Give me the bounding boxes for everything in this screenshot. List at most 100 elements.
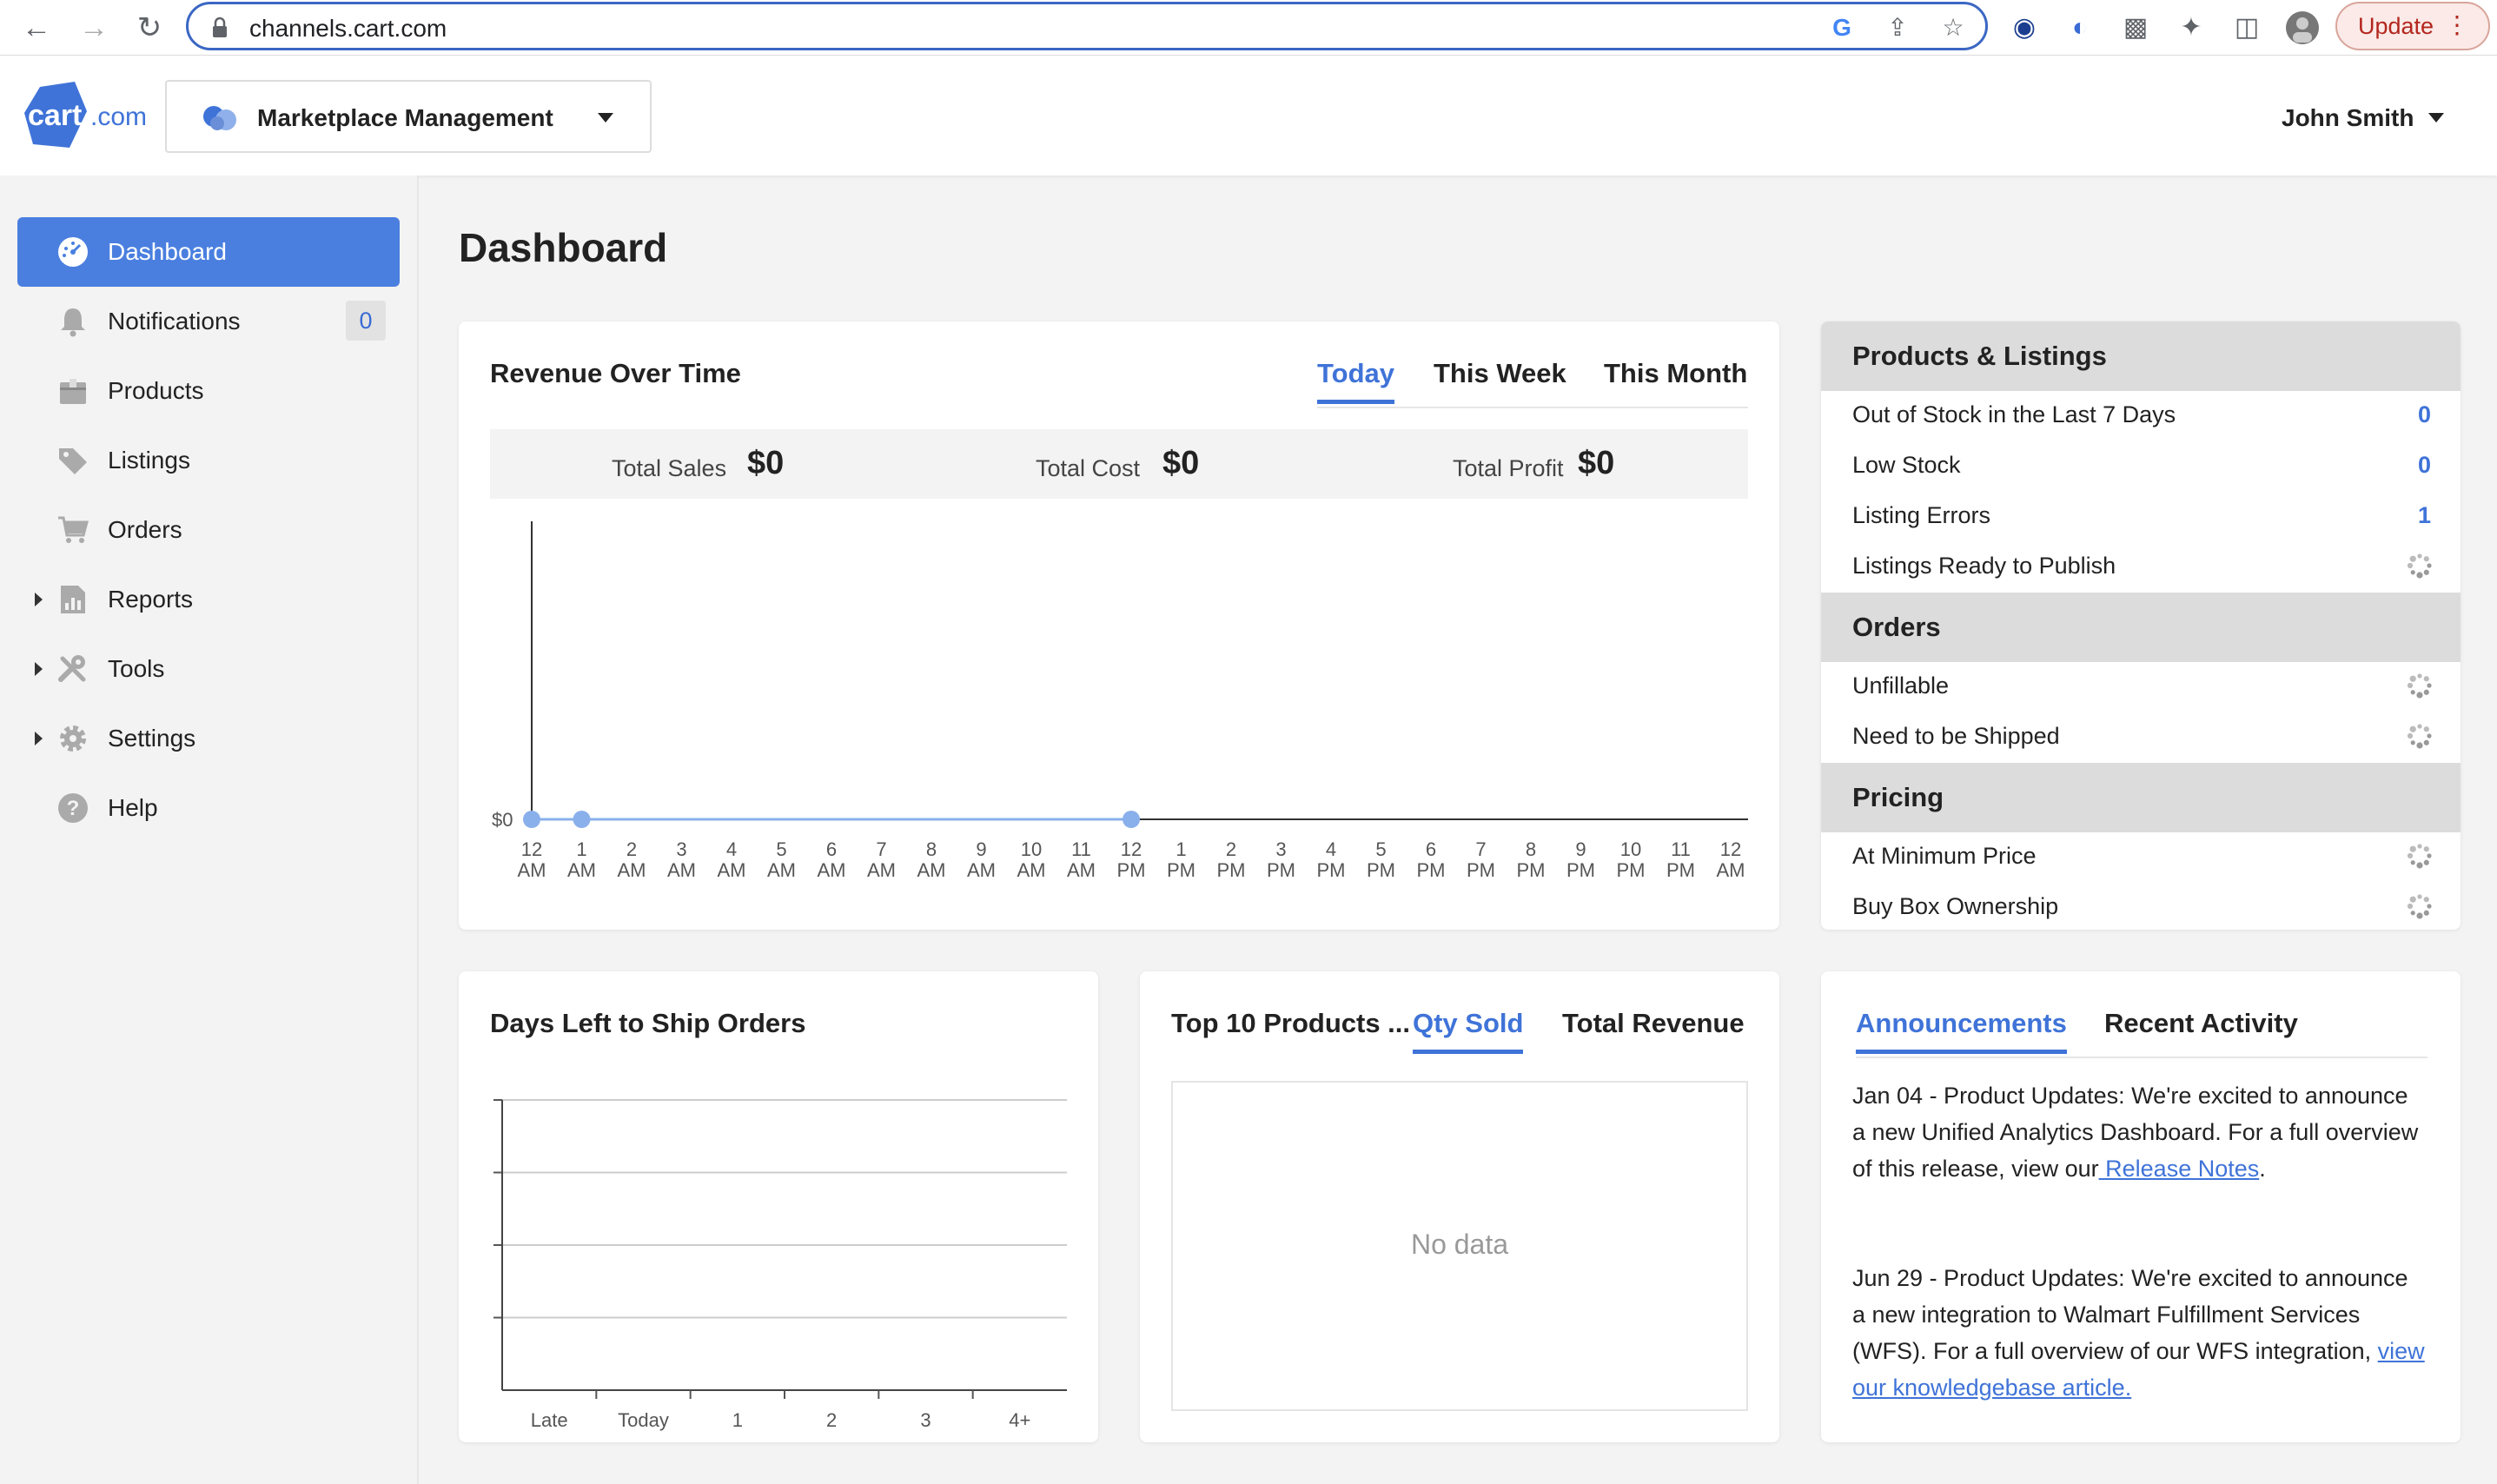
row-need-shipped[interactable]: Need to be Shipped (1852, 712, 2432, 761)
tab-announcements[interactable]: Announcements (1856, 1008, 2067, 1054)
x-tick-label: 6 PM (1417, 838, 1446, 881)
expand-arrow-icon[interactable] (35, 662, 43, 676)
x-tick-label: 4 PM (1317, 838, 1346, 881)
row-label: Need to be Shipped (1852, 723, 2060, 749)
revenue-chart: $012 AM1 AM2 AM3 AM4 AM5 AM6 AM7 AM8 AM9 AM10 AM11 A… (492, 521, 1748, 881)
announcement-text: Jun 29 - Product Updates: We're excited … (1852, 1265, 2408, 1364)
row-label: Low Stock (1852, 452, 1961, 478)
row-out-of-stock[interactable]: Out of Stock in the Last 7 Days 0 (1852, 391, 2431, 440)
cart-logo[interactable]: cart .com (24, 82, 155, 151)
tab-underline (1856, 1057, 2427, 1058)
extension-c-icon[interactable]: ◐ (2063, 10, 2097, 45)
user-menu-chevron-icon[interactable] (2428, 113, 2444, 123)
password-manager-icon[interactable]: ◉ (2007, 10, 2042, 45)
days-left-card: Days Left to Ship Orders Late Today 1 2 3 4+ (459, 971, 1098, 1442)
row-label: Listings Ready to Publish (1852, 553, 2116, 579)
address-bar[interactable]: channels.cart.com G ⇪ ☆ (186, 2, 1988, 50)
row-unfillable[interactable]: Unfillable (1852, 662, 2432, 711)
row-value[interactable]: 0 (2418, 452, 2431, 479)
sidebar-item-tools[interactable]: Tools (17, 634, 400, 704)
row-label: At Minimum Price (1852, 843, 2037, 869)
sidebar-item-help[interactable]: ? Help (17, 773, 400, 843)
sidebar-item-orders[interactable]: Orders (17, 495, 400, 565)
row-value[interactable]: 1 (2418, 502, 2431, 529)
section-products-listings: Products & Listings (1821, 321, 2461, 391)
sidebar: Dashboard Notifications 0 Products Listi… (0, 176, 419, 1484)
x-tick-label: 11 AM (1067, 838, 1096, 881)
x-tick-label: 7 PM (1467, 838, 1495, 881)
tab-underline (1317, 407, 1748, 408)
tab-this-month[interactable]: This Month (1604, 358, 1747, 400)
section-title: Products & Listings (1852, 341, 2107, 371)
sidebar-item-label: Reports (108, 586, 194, 613)
top-products-card: Top 10 Products ... Qty Sold Total Reven… (1140, 971, 1779, 1442)
x-tick-label: 12 AM (1717, 838, 1745, 881)
announcement-item: Jun 29 - Product Updates: We're excited … (1852, 1260, 2426, 1406)
x-tick-label: 2 AM (618, 838, 646, 881)
sidebar-item-label: Dashboard (108, 238, 227, 265)
sidebar-item-label: Help (108, 794, 158, 821)
announcements-card: Announcements Recent Activity Jan 04 - P… (1821, 971, 2461, 1442)
puzzle-icon[interactable]: ✦ (2174, 10, 2209, 45)
box-icon (60, 379, 86, 404)
sidebar-item-reports[interactable]: Reports (17, 565, 400, 634)
loading-spinner-icon (2407, 724, 2432, 749)
total-cost-label: Total Cost (1036, 455, 1141, 481)
star-icon[interactable]: ☆ (1938, 13, 1968, 43)
tab-today[interactable]: Today (1317, 358, 1394, 404)
x-tick-label: 9 PM (1566, 838, 1595, 881)
tab-recent-activity[interactable]: Recent Activity (2104, 1008, 2298, 1050)
x-tick-label: 3 (920, 1409, 931, 1431)
reload-icon[interactable]: ↻ (130, 9, 169, 47)
chevron-down-icon (598, 113, 613, 123)
tab-this-week[interactable]: This Week (1434, 358, 1566, 400)
total-profit-label: Total Profit (1453, 455, 1564, 481)
camera-icon[interactable]: ▩ (2118, 10, 2153, 45)
sidebar-item-products[interactable]: Products (17, 356, 400, 426)
sidebar-item-notifications[interactable]: Notifications 0 (17, 287, 400, 356)
row-buy-box[interactable]: Buy Box Ownership (1852, 883, 2432, 930)
row-low-stock[interactable]: Low Stock 0 (1852, 441, 2431, 490)
x-tick-label: 10 PM (1617, 838, 1646, 881)
release-notes-link[interactable]: Release Notes (2099, 1156, 2259, 1182)
x-tick-label: 1 AM (567, 838, 596, 881)
marketplace-select[interactable]: Marketplace Management (165, 80, 652, 153)
profile-avatar[interactable] (2285, 10, 2320, 45)
section-title: Pricing (1852, 782, 1944, 812)
share-icon[interactable]: ⇪ (1883, 13, 1912, 43)
back-icon[interactable]: ← (17, 9, 56, 47)
marketplace-icon (203, 106, 236, 130)
x-tick-label: 6 AM (818, 838, 846, 881)
row-listing-errors[interactable]: Listing Errors 1 (1852, 492, 2431, 540)
sidebar-item-label: Tools (108, 655, 165, 682)
loading-spinner-icon (2407, 894, 2432, 919)
expand-arrow-icon[interactable] (35, 732, 43, 745)
x-tick-label: 5 PM (1367, 838, 1395, 881)
x-tick-label: 10 AM (1017, 838, 1046, 881)
days-left-title: Days Left to Ship Orders (490, 1008, 806, 1038)
sidebar-item-listings[interactable]: Listings (17, 426, 400, 495)
menu-dots-icon[interactable]: ⋮ (2445, 10, 2469, 39)
user-name[interactable]: John Smith (2282, 104, 2414, 132)
row-ready-to-publish[interactable]: Listings Ready to Publish (1852, 542, 2432, 591)
sidepanel-icon[interactable]: ◫ (2229, 10, 2264, 45)
gear-icon (60, 725, 86, 752)
forward-icon[interactable]: → (75, 9, 113, 47)
dashboard-icon (58, 237, 88, 267)
update-button[interactable]: Update ⋮ (2335, 2, 2490, 50)
section-orders: Orders (1821, 593, 2461, 662)
x-tick-label: 4+ (1009, 1409, 1030, 1431)
expand-arrow-icon[interactable] (35, 593, 43, 606)
tab-qty-sold[interactable]: Qty Sold (1413, 1008, 1524, 1054)
tab-total-revenue[interactable]: Total Revenue (1562, 1008, 1745, 1050)
sidebar-item-settings[interactable]: Settings (17, 704, 400, 773)
row-value[interactable]: 0 (2418, 401, 2431, 428)
page-title: Dashboard (459, 225, 668, 270)
google-icon[interactable]: G (1827, 13, 1857, 43)
announcement-item: Jan 04 - Product Updates: We're excited … (1852, 1077, 2426, 1187)
row-min-price[interactable]: At Minimum Price (1852, 832, 2432, 881)
x-tick-label: 7 AM (867, 838, 896, 881)
x-tick-label: Today (618, 1409, 669, 1431)
sidebar-item-dashboard[interactable]: Dashboard (17, 217, 400, 287)
url-text: channels.cart.com (249, 15, 447, 42)
